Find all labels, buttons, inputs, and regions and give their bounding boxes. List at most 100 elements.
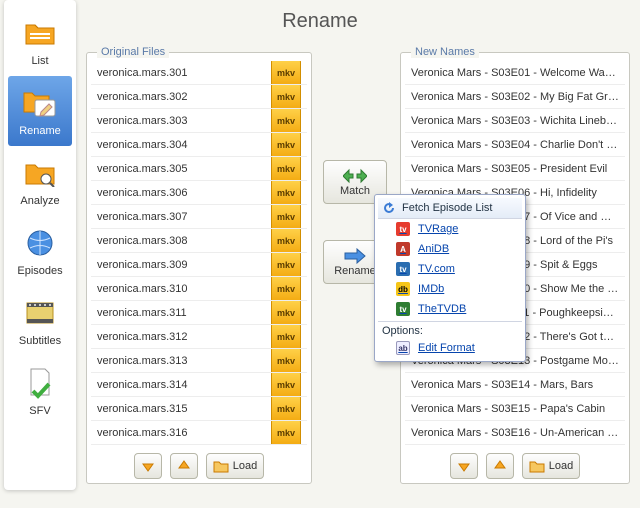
sidebar: List Rename Analyze Episodes Subtitles S… — [4, 0, 76, 490]
list-item[interactable]: veronica.mars.315mkv — [91, 397, 307, 421]
file-name: veronica.mars.306 — [97, 181, 271, 205]
folder-analyze-icon — [22, 155, 58, 191]
source-label: TV.com — [418, 263, 455, 275]
edit-format-link[interactable]: ab Edit Format — [378, 338, 522, 358]
edit-format-label: Edit Format — [418, 342, 475, 354]
list-item[interactable]: Veronica Mars - S03E14 - Mars, Bars — [405, 373, 625, 397]
rename-label: Rename — [334, 265, 376, 277]
file-name: veronica.mars.315 — [97, 397, 271, 421]
list-item[interactable]: Veronica Mars - S03E01 - Welcome Wagon — [405, 61, 625, 85]
sidebar-item-list[interactable]: List — [8, 6, 72, 76]
list-item[interactable]: Veronica Mars - S03E02 - My Big Fat Gree… — [405, 85, 625, 109]
new-name: Veronica Mars - S03E05 - President Evil — [411, 157, 619, 181]
list-item[interactable]: Veronica Mars - S03E03 - Wichita Linebac… — [405, 109, 625, 133]
list-item[interactable]: veronica.mars.302mkv — [91, 85, 307, 109]
match-icon — [343, 168, 367, 184]
sidebar-item-episodes[interactable]: Episodes — [8, 216, 72, 286]
list-item[interactable]: veronica.mars.307mkv — [91, 205, 307, 229]
globe-icon — [22, 225, 58, 261]
file-name: veronica.mars.307 — [97, 205, 271, 229]
list-item[interactable]: veronica.mars.306mkv — [91, 181, 307, 205]
folder-rename-icon — [22, 85, 58, 121]
extension-badge: mkv — [271, 133, 301, 157]
move-up-button[interactable] — [170, 453, 198, 479]
load-label: Load — [549, 460, 573, 472]
file-name: veronica.mars.303 — [97, 109, 271, 133]
sidebar-item-rename[interactable]: Rename — [8, 76, 72, 146]
file-name: veronica.mars.316 — [97, 421, 271, 445]
list-item[interactable]: Veronica Mars - S03E05 - President Evil — [405, 157, 625, 181]
extension-badge: mkv — [271, 181, 301, 205]
original-files-list[interactable]: veronica.mars.301mkvveronica.mars.302mkv… — [87, 53, 311, 449]
dropdown-header-label: Fetch Episode List — [402, 202, 493, 214]
film-icon — [22, 295, 58, 331]
source-thetvdb[interactable]: tvTheTVDB — [378, 299, 522, 319]
list-item[interactable]: veronica.mars.312mkv — [91, 325, 307, 349]
check-file-icon — [22, 365, 58, 401]
file-name: veronica.mars.309 — [97, 253, 271, 277]
list-item[interactable]: veronica.mars.301mkv — [91, 61, 307, 85]
list-item[interactable]: veronica.mars.310mkv — [91, 277, 307, 301]
list-item[interactable]: veronica.mars.305mkv — [91, 157, 307, 181]
file-name: veronica.mars.304 — [97, 133, 271, 157]
new-name: Veronica Mars - S03E02 - My Big Fat Gree… — [411, 85, 619, 109]
sidebar-item-label: Episodes — [17, 265, 62, 277]
extension-badge: mkv — [271, 301, 301, 325]
source-tvrage[interactable]: tvTVRage — [378, 219, 522, 239]
move-up-button[interactable] — [486, 453, 514, 479]
file-name: veronica.mars.301 — [97, 61, 271, 85]
load-original-button[interactable]: Load — [206, 453, 264, 479]
folder-icon — [22, 15, 58, 51]
ab-icon: ab — [396, 341, 410, 355]
panel-title-original: Original Files — [97, 46, 169, 58]
load-label: Load — [233, 460, 257, 472]
list-item[interactable]: Veronica Mars - S03E16 - Un-American Gra… — [405, 421, 625, 445]
list-item[interactable]: veronica.mars.314mkv — [91, 373, 307, 397]
extension-badge: mkv — [271, 85, 301, 109]
fetch-dropdown: Fetch Episode List tvTVRage A AniDB tv TV.co… — [374, 194, 526, 362]
sidebar-item-subtitles[interactable]: Subtitles — [8, 286, 72, 356]
list-item[interactable]: Veronica Mars - S03E15 - Papa's Cabin — [405, 397, 625, 421]
source-icon: A — [396, 242, 410, 256]
new-footer: Load — [401, 449, 629, 483]
file-name: veronica.mars.310 — [97, 277, 271, 301]
list-item[interactable]: veronica.mars.311mkv — [91, 301, 307, 325]
source-label: TheTVDB — [418, 303, 466, 315]
list-item[interactable]: veronica.mars.303mkv — [91, 109, 307, 133]
refresh-icon — [382, 201, 396, 215]
new-name: Veronica Mars - S03E15 - Papa's Cabin — [411, 397, 619, 421]
extension-badge: mkv — [271, 373, 301, 397]
original-files-panel: Original Files veronica.mars.301mkvveron… — [86, 52, 312, 484]
new-name: Veronica Mars - S03E03 - Wichita Linebac… — [411, 109, 619, 133]
source-icon: tv — [396, 262, 410, 276]
source-icon: db — [396, 282, 410, 296]
source-imdb[interactable]: dbIMDb — [378, 279, 522, 299]
list-item[interactable]: veronica.mars.308mkv — [91, 229, 307, 253]
list-item[interactable]: veronica.mars.309mkv — [91, 253, 307, 277]
extension-badge: mkv — [271, 325, 301, 349]
list-item[interactable]: veronica.mars.316mkv — [91, 421, 307, 445]
list-item[interactable]: Veronica Mars - S03E04 - Charlie Don't S… — [405, 133, 625, 157]
file-name: veronica.mars.312 — [97, 325, 271, 349]
new-name: Veronica Mars - S03E01 - Welcome Wagon — [411, 61, 619, 85]
source-tvcom[interactable]: tv TV.com — [378, 259, 522, 279]
sidebar-item-label: Analyze — [20, 195, 59, 207]
panel-title-new: New Names — [411, 46, 479, 58]
folder-open-icon — [529, 459, 545, 473]
sidebar-item-sfv[interactable]: SFV — [8, 356, 72, 426]
file-name: veronica.mars.314 — [97, 373, 271, 397]
rename-arrow-icon — [343, 248, 367, 264]
move-down-button[interactable] — [450, 453, 478, 479]
load-new-button[interactable]: Load — [522, 453, 580, 479]
file-name: veronica.mars.305 — [97, 157, 271, 181]
move-down-button[interactable] — [134, 453, 162, 479]
sidebar-item-label: Subtitles — [19, 335, 61, 347]
extension-badge: mkv — [271, 109, 301, 133]
list-item[interactable]: veronica.mars.304mkv — [91, 133, 307, 157]
source-anidb[interactable]: A AniDB — [378, 239, 522, 259]
new-name: Veronica Mars - S03E16 - Un-American Gra… — [411, 421, 619, 445]
list-item[interactable]: veronica.mars.313mkv — [91, 349, 307, 373]
sidebar-item-analyze[interactable]: Analyze — [8, 146, 72, 216]
source-icon: tv — [396, 222, 410, 236]
source-label: AniDB — [418, 243, 449, 255]
